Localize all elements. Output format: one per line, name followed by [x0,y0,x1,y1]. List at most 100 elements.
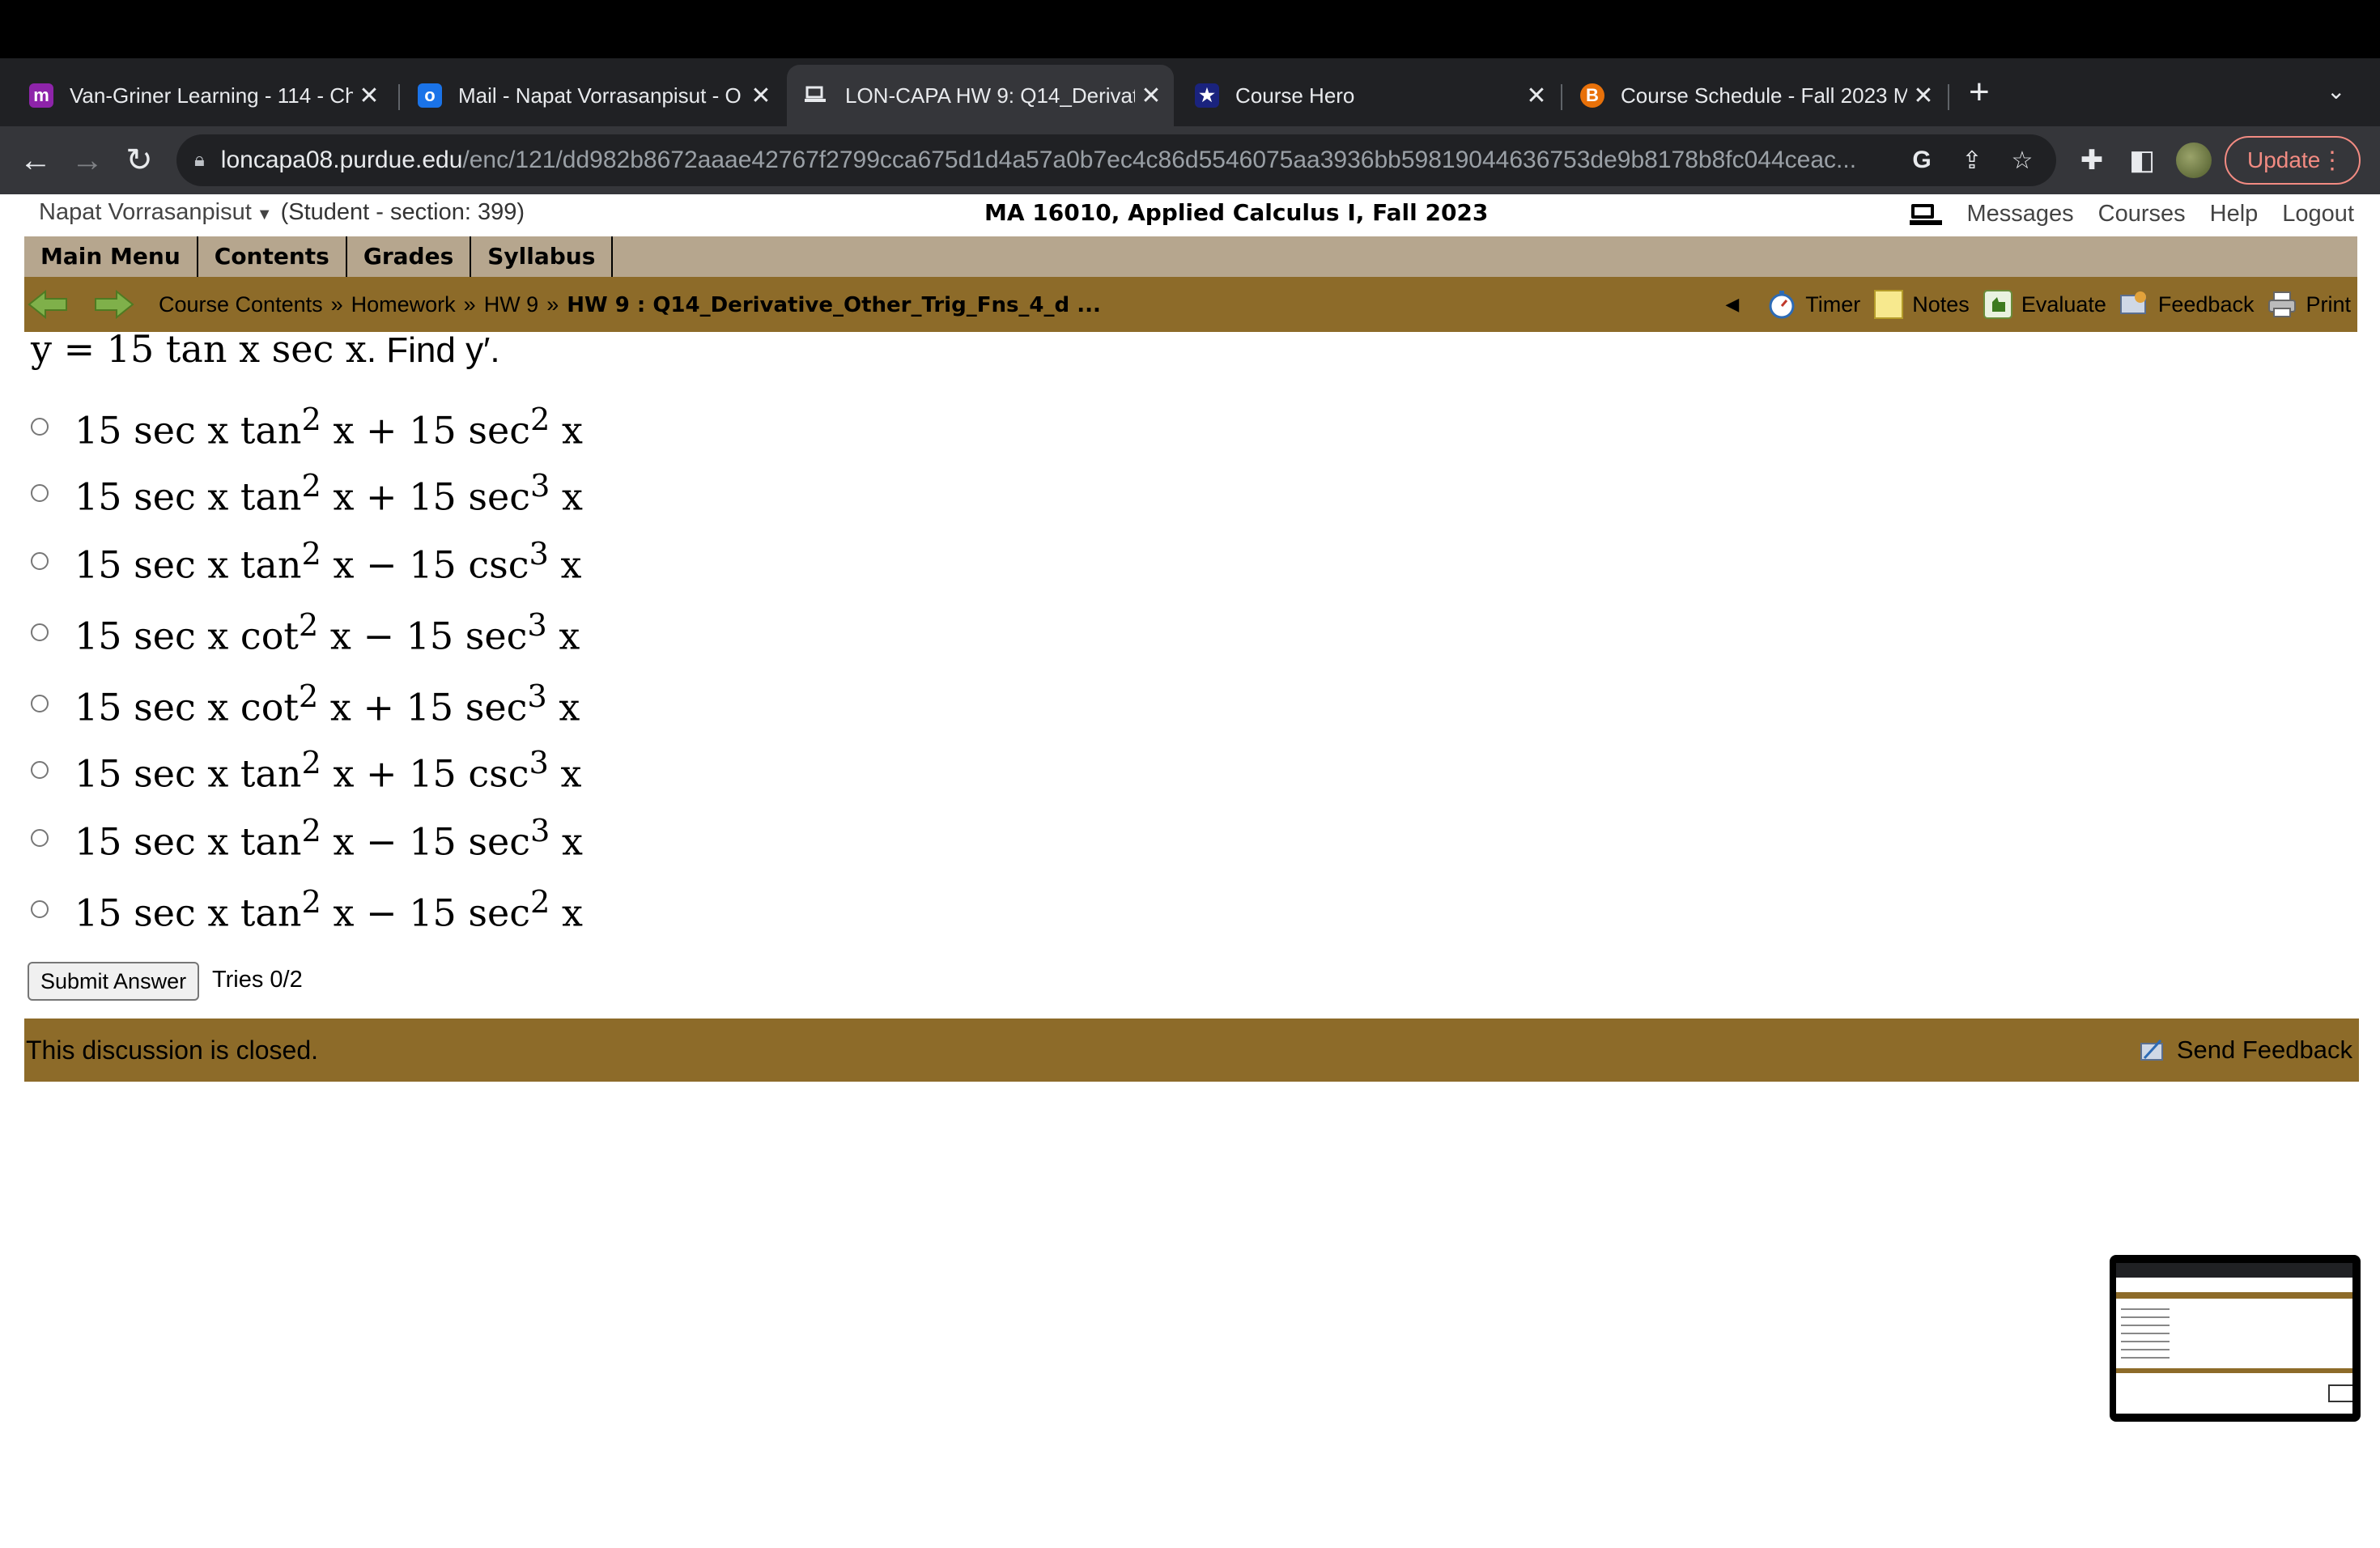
answer-radio[interactable] [31,761,49,780]
crumb-course-contents[interactable]: Course Contents [159,292,323,317]
close-tab-icon[interactable]: ✕ [1520,82,1553,110]
back-arrow-icon[interactable]: ← [13,138,58,183]
caret-down-icon[interactable]: ▼ [257,206,273,223]
menu-main-menu[interactable]: Main Menu [24,236,198,277]
messages-computer-icon[interactable] [1910,202,1943,227]
evaluate-tool[interactable]: Evaluate [1983,289,2106,320]
logout-link[interactable]: Logout [2282,201,2354,228]
reload-icon[interactable]: ↻ [117,138,162,183]
user-role: (Student - section: 399) [280,199,525,225]
answer-option[interactable]: 15 sec x tan2 x − 15 sec3 x [31,813,583,863]
feedback-icon [2119,291,2146,314]
answer-radio[interactable] [31,418,49,436]
tab-title: Mail - Napat Vorrasanpisut - O [458,83,742,108]
answer-radio[interactable] [31,900,49,919]
previous-arrow-icon[interactable] [28,290,70,319]
screenshot-thumbnail[interactable] [2110,1255,2361,1422]
answer-option[interactable]: 15 sec x cot2 x − 15 sec3 x [31,607,580,657]
menu-grades[interactable]: Grades [347,236,472,277]
tab-loncapa[interactable]: LON-CAPA HW 9: Q14_Derivat ✕ [787,65,1174,126]
answer-option[interactable]: 15 sec x tan2 x + 15 csc3 x [31,745,581,795]
timer-tool[interactable]: Timer [1766,289,1860,320]
tool-links: ◀ Timer Notes Evaluate Feedback Print [1725,277,2351,332]
discussion-bar: This discussion is closed. Send Feedback [24,1019,2359,1082]
answer-text: 15 sec x cot2 x − 15 sec3 x [74,607,580,658]
kebab-menu-icon[interactable]: ⋮ [2320,147,2344,175]
crumb-homework[interactable]: Homework [351,292,456,317]
send-feedback-link[interactable]: Send Feedback [2138,1036,2352,1065]
messages-link[interactable]: Messages [1966,201,2073,228]
main-menu-bar: Main Menu Contents Grades Syllabus [24,236,2357,277]
feedback-tool[interactable]: Feedback [2119,289,2255,320]
close-tab-icon[interactable]: ✕ [1907,82,1940,110]
new-tab-button[interactable]: + [1969,74,1990,110]
profile-avatar[interactable] [2176,142,2212,178]
breadcrumb-bar: Course Contents » Homework » HW 9 » HW 9 : Q14… [24,277,2357,332]
answer-radio[interactable] [31,484,49,503]
evaluate-icon [1983,290,2012,319]
url-path: /enc/121/dd982b8672aaae42767f2799cca675d… [462,147,1857,173]
submit-answer-button[interactable]: Submit Answer [28,962,200,1001]
menu-syllabus[interactable]: Syllabus [471,236,614,277]
timer-label: Timer [1805,291,1861,317]
tab-course-schedule[interactable]: B Course Schedule - Fall 2023 M ✕ [1562,65,1946,126]
answer-option[interactable]: 15 sec x tan2 x − 15 csc3 x [31,536,581,586]
close-tab-icon[interactable]: ✕ [353,82,385,110]
answer-radio[interactable] [31,623,49,642]
courses-link[interactable]: Courses [2098,201,2186,228]
tab-search-chevron-icon[interactable]: ⌄ [2327,78,2345,104]
outlook-icon: o [418,83,442,108]
tab-mail[interactable]: o Mail - Napat Vorrasanpisut - O ✕ [400,65,784,126]
notepad-icon [1874,290,1904,319]
share-icon[interactable]: ⇪ [1956,147,1988,175]
answer-option[interactable]: 15 sec x cot2 x + 15 sec3 x [31,678,580,729]
course-title: MA 16010, Applied Calculus I, Fall 2023 [984,199,1489,226]
answer-option[interactable]: 15 sec x tan2 x + 15 sec3 x [31,468,583,518]
print-label: Print [2306,291,2351,317]
answer-text: 15 sec x tan2 x + 15 sec2 x [74,402,583,453]
user-name[interactable]: Napat Vorrasanpisut [39,199,252,225]
answer-text: 15 sec x tan2 x + 15 csc3 x [74,745,582,796]
answer-radio[interactable] [31,829,49,848]
course-hero-icon: ★ [1195,83,1219,108]
answer-text: 15 sec x tan2 x − 15 sec3 x [74,813,583,864]
discussion-status: This discussion is closed. [26,1035,319,1065]
question-instruction: . Find y′. [366,330,500,370]
address-bar[interactable]: 🔒︎ loncapa08.purdue.edu /enc/121/dd982b8… [176,134,2056,186]
answer-text: 15 sec x cot2 x + 15 sec3 x [74,678,580,729]
crumb-hw9[interactable]: HW 9 [484,292,539,317]
question-prompt: y = 15 tan x sec x. Find y′. [31,327,500,371]
menu-contents[interactable]: Contents [198,236,347,277]
close-tab-icon[interactable]: ✕ [1135,82,1167,110]
answer-option[interactable]: 15 sec x tan2 x − 15 sec2 x [31,884,583,934]
feedback-label: Feedback [2157,291,2255,317]
user-info: Napat Vorrasanpisut ▼ (Student - section: … [39,199,525,226]
answer-text: 15 sec x tan2 x + 15 sec3 x [74,468,583,519]
close-tab-icon[interactable]: ✕ [745,82,777,110]
stopwatch-icon [1769,291,1795,319]
top-links: Messages Courses Help Logout [1910,201,2354,228]
crumb-separator: » [330,291,343,317]
thumbnail-preview [2116,1263,2352,1414]
answer-radio[interactable] [31,695,49,713]
tab-course-hero[interactable]: ★ Course Hero ✕ [1177,65,1559,126]
collapse-triangle-icon[interactable]: ◀ [1725,294,1739,315]
bookmark-star-icon[interactable]: ☆ [2006,147,2038,175]
tries-counter: Tries 0/2 [212,967,303,993]
evaluate-label: Evaluate [2021,291,2106,317]
answer-text: 15 sec x tan2 x − 15 csc3 x [74,536,582,587]
forward-arrow-icon[interactable]: → [65,138,110,183]
print-tool[interactable]: Print [2267,289,2351,320]
printer-icon [2268,291,2297,317]
answer-radio[interactable] [31,552,49,571]
update-button[interactable]: Update ⋮ [2225,136,2361,185]
send-feedback-icon [2140,1039,2163,1061]
next-arrow-icon[interactable] [92,290,134,319]
answer-option[interactable]: 15 sec x tan2 x + 15 sec2 x [31,402,583,452]
tab-van-griner[interactable]: m Van-Griner Learning - 114 - Ch ✕ [11,65,392,126]
help-link[interactable]: Help [2210,201,2259,228]
extensions-puzzle-icon[interactable]: ✚ [2072,141,2111,180]
notes-tool[interactable]: Notes [1873,289,1970,320]
side-panel-icon[interactable]: ◧ [2123,141,2161,180]
google-icon[interactable]: G [1906,147,1938,174]
